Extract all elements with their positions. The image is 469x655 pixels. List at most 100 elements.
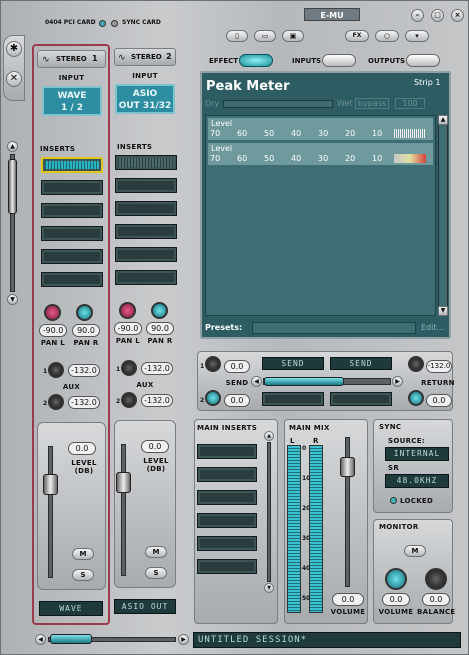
main-volume-value[interactable]: 0.0 [332, 593, 364, 606]
solo-button[interactable]: S [72, 569, 94, 581]
send-slot[interactable] [262, 392, 324, 406]
pan-right-knob[interactable] [76, 304, 93, 321]
presets-field[interactable] [252, 322, 416, 334]
effect-scroll-up[interactable]: ▲ [438, 115, 448, 125]
horizontal-scroll-thumb[interactable] [50, 634, 92, 644]
aux-2-value[interactable]: -132.0 [141, 394, 173, 407]
level-fader-track[interactable] [121, 444, 126, 576]
scroll-up-button[interactable]: ▲ [7, 141, 18, 152]
mix-value[interactable]: 100 [395, 98, 425, 109]
send-right-button[interactable]: ▶ [392, 376, 403, 387]
scroll-right-button[interactable]: ▶ [178, 634, 189, 645]
input-selector[interactable]: ASIO OUT 31/32 [115, 84, 175, 114]
monitor-volume-value[interactable]: 0.0 [382, 593, 410, 606]
tab-outputs[interactable] [406, 54, 440, 67]
tab-inputs[interactable] [322, 54, 356, 67]
insert-slot[interactable] [115, 155, 177, 170]
send-1-knob[interactable] [205, 356, 221, 372]
insert-slot[interactable] [115, 270, 177, 285]
send-left-button[interactable]: ◀ [251, 376, 262, 387]
mute-button[interactable]: M [72, 548, 94, 560]
save-button[interactable]: ▣ [282, 30, 304, 42]
pan-left-value[interactable]: -90.0 [114, 322, 142, 335]
monitor-balance-value[interactable]: 0.0 [422, 593, 450, 606]
insert-slot[interactable] [41, 203, 103, 218]
insert-slot[interactable] [41, 226, 103, 241]
aux-1-knob[interactable] [121, 360, 137, 376]
send-b-display[interactable]: SEND [330, 357, 392, 370]
main-insert-slot[interactable] [197, 444, 257, 459]
send-a-display[interactable]: SEND [262, 357, 324, 370]
monitor-volume-knob[interactable] [385, 568, 407, 590]
pan-right-value[interactable]: 90.0 [146, 322, 174, 335]
asterisk-icon[interactable]: ✱ [6, 41, 22, 57]
aux-2-knob[interactable] [121, 392, 137, 408]
mute-button[interactable]: M [145, 546, 167, 558]
dropdown-button[interactable]: ▾ [405, 30, 429, 42]
level-fader-track[interactable] [48, 446, 53, 578]
return-1-knob[interactable] [408, 356, 424, 372]
volume-fader-thumb[interactable] [340, 457, 355, 477]
edit-button[interactable]: Edit... [421, 323, 444, 332]
sync-source-display[interactable]: INTERNAL [385, 447, 449, 461]
aux-1-value[interactable]: -132.0 [141, 362, 173, 375]
strip-name-display[interactable]: WAVE [39, 601, 103, 616]
insert-slot[interactable] [115, 224, 177, 239]
main-insert-slot[interactable] [197, 490, 257, 505]
open-button[interactable]: ▭ [254, 30, 276, 42]
insert-slot-peak-meter[interactable] [41, 157, 103, 173]
maximize-button[interactable]: □ [431, 9, 444, 22]
insert-slot[interactable] [41, 249, 103, 264]
scroll-left-button[interactable]: ◀ [35, 634, 46, 645]
insert-slot[interactable] [41, 180, 103, 195]
strip-1[interactable]: ∿ STEREO 1 INPUT WAVE 1 / 2 INSERTS -90.… [32, 44, 110, 625]
vertical-scroll-thumb[interactable] [8, 159, 17, 214]
insert-slot[interactable] [115, 247, 177, 262]
aux-1-knob[interactable] [48, 362, 64, 378]
sample-rate-display[interactable]: 48.0KHZ [385, 474, 449, 488]
insert-slot[interactable] [115, 178, 177, 193]
main-insert-slot[interactable] [197, 536, 257, 551]
input-selector[interactable]: WAVE 1 / 2 [42, 86, 102, 116]
monitor-mute-button[interactable]: M [404, 545, 426, 557]
strip-2[interactable]: ∿ STEREO 2 INPUT ASIO OUT 31/32 INSERTS … [111, 44, 179, 625]
pan-right-value[interactable]: 90.0 [72, 324, 100, 337]
main-insert-slot[interactable] [197, 467, 257, 482]
send-2-knob[interactable] [205, 390, 221, 406]
fx-button[interactable]: FX [345, 30, 369, 42]
return-1-value[interactable]: -132.0 [426, 360, 452, 373]
send-slider-thumb[interactable] [264, 377, 344, 386]
session-name-display[interactable]: UNTITLED SESSION* [193, 632, 461, 648]
tab-effect[interactable] [239, 54, 273, 67]
insert-slot[interactable] [115, 201, 177, 216]
cross-icon[interactable]: ✕ [6, 71, 22, 87]
send-slot[interactable] [330, 392, 392, 406]
pan-left-value[interactable]: -90.0 [39, 324, 67, 337]
send-1-value[interactable]: 0.0 [224, 360, 250, 373]
minimize-button[interactable]: – [411, 9, 424, 22]
level-value[interactable]: 0.0 [68, 442, 96, 455]
pan-left-knob[interactable] [44, 304, 61, 321]
inserts-scroll-down[interactable]: ▼ [264, 583, 274, 593]
dry-wet-slider[interactable] [223, 100, 333, 108]
return-2-value[interactable]: 0.0 [426, 394, 452, 407]
aux-2-value[interactable]: -132.0 [68, 396, 100, 409]
monitor-balance-knob[interactable] [425, 568, 447, 590]
pan-right-knob[interactable] [151, 302, 168, 319]
inserts-scrollbar[interactable] [267, 442, 271, 582]
inserts-scroll-up[interactable]: ▲ [264, 431, 274, 441]
main-insert-slot[interactable] [197, 559, 257, 574]
effect-scroll-down[interactable]: ▼ [438, 306, 448, 316]
bypass-button[interactable]: bypass [355, 98, 389, 109]
send-2-value[interactable]: 0.0 [224, 394, 250, 407]
return-2-knob[interactable] [408, 390, 424, 406]
insert-slot[interactable] [41, 272, 103, 287]
level-value[interactable]: 0.0 [141, 440, 169, 453]
aux-2-knob[interactable] [48, 394, 64, 410]
solo-button[interactable]: S [145, 567, 167, 579]
record-button[interactable]: ○ [375, 30, 399, 42]
effect-scrollbar[interactable] [438, 115, 448, 316]
new-button[interactable]: ▯ [226, 30, 248, 42]
main-insert-slot[interactable] [197, 513, 257, 528]
level-fader-thumb[interactable] [43, 474, 58, 495]
